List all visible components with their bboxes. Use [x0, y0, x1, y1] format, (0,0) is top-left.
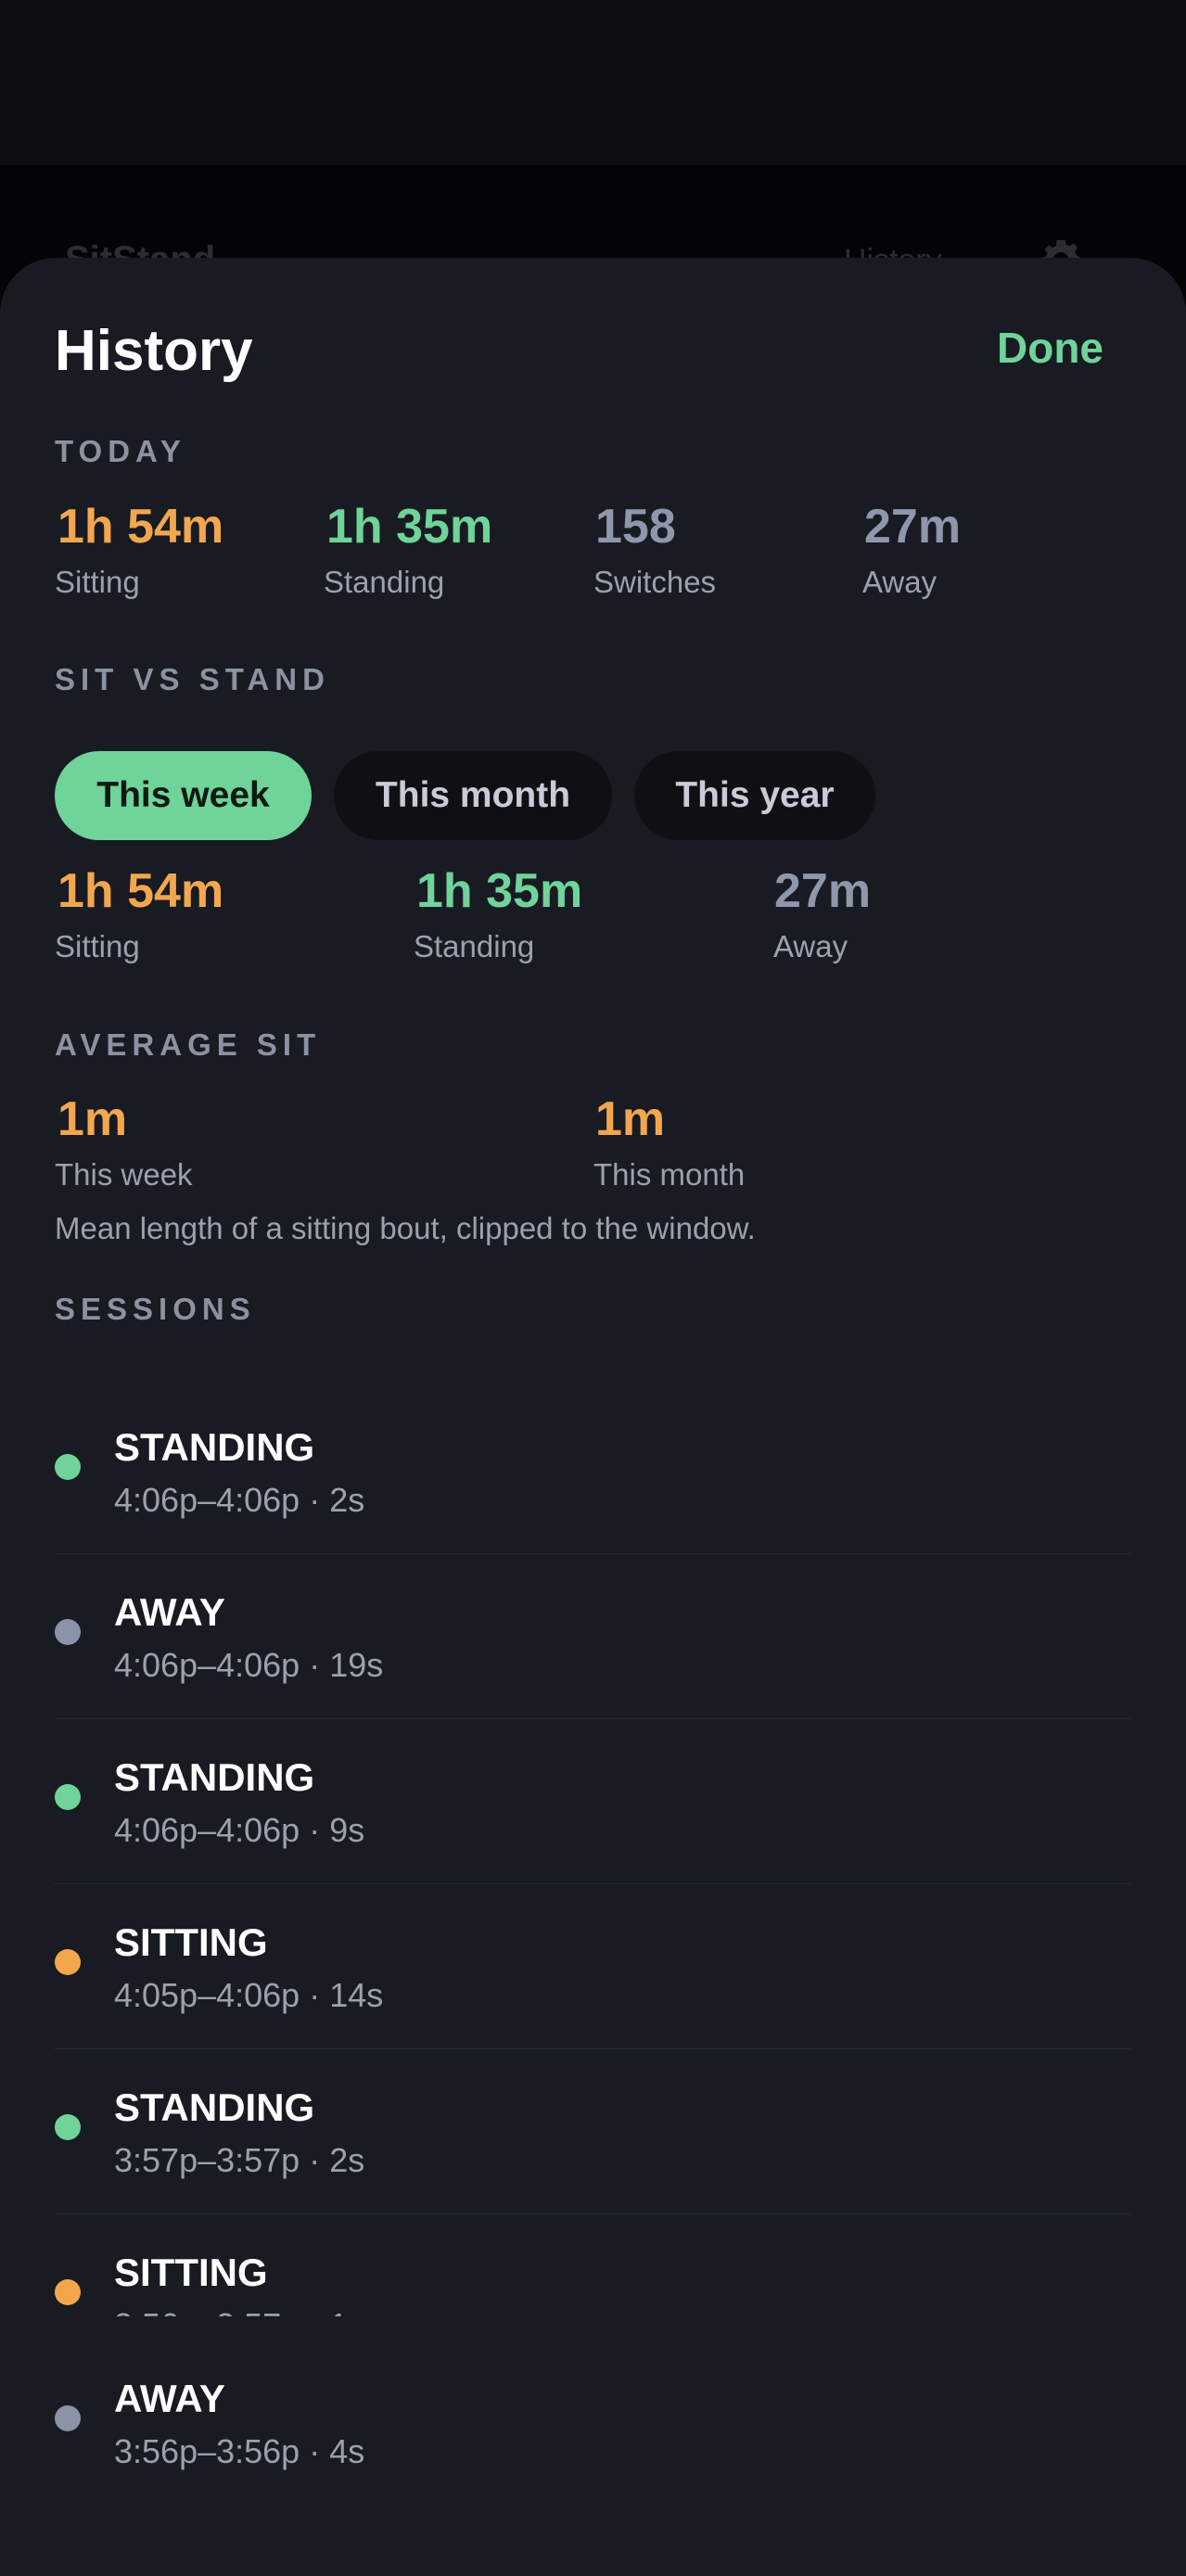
avg-month-label: This month — [593, 1157, 746, 1192]
list-item[interactable]: STANDING 3:57p–3:57p · 2s — [55, 2049, 1130, 2214]
session-duration: 2s — [329, 2141, 365, 2179]
session-meta: 4:06p–4:06p · 19s — [114, 1649, 383, 1682]
period-away-value: 27m — [774, 864, 872, 918]
session-duration: 1m — [329, 2306, 376, 2317]
status-dot — [55, 1619, 81, 1645]
status-bar — [0, 0, 1186, 165]
status-dot — [55, 2114, 81, 2140]
session-state: AWAY — [114, 1590, 225, 1634]
avg-month-value: 1m — [595, 1092, 666, 1146]
separator-dot: · — [309, 1811, 321, 1849]
session-state: STANDING — [114, 1425, 315, 1469]
session-state: AWAY — [114, 2379, 225, 2420]
today-standing-label: Standing — [324, 565, 445, 599]
session-time: 3:56p–3:56p — [114, 2432, 300, 2470]
session-meta: 3:56p–3:57p · 1m — [114, 2306, 376, 2317]
period-away-label: Away — [773, 929, 848, 963]
session-state: SITTING — [114, 2251, 268, 2294]
period-sitting-value: 1h 54m — [57, 864, 224, 918]
page-title: History — [55, 319, 253, 383]
separator-dot: · — [309, 1481, 321, 1519]
session-time: 4:06p–4:06p — [114, 1646, 300, 1684]
separator-dot: · — [309, 1976, 321, 2014]
section-label-today: TODAY — [55, 434, 186, 468]
session-time: 4:06p–4:06p — [114, 1811, 300, 1849]
separator-dot: · — [309, 2432, 321, 2470]
session-state: STANDING — [114, 1755, 315, 1799]
status-dot — [55, 1454, 81, 1480]
section-label-sit-vs-stand: SIT VS STAND — [55, 662, 330, 696]
separator-dot: · — [309, 1646, 321, 1684]
session-time: 4:06p–4:06p — [114, 1481, 300, 1519]
history-sheet: History Done TODAY 1h 54m Sitting 1h 35m… — [0, 258, 1186, 2576]
list-item[interactable]: SITTING 4:05p–4:06p · 14s — [55, 1884, 1130, 2049]
section-label-average-sit: AVERAGE SIT — [55, 1027, 322, 1062]
tab-this-year[interactable]: This year — [634, 751, 875, 840]
status-dot — [55, 1784, 81, 1810]
session-time: 4:05p–4:06p — [114, 1976, 300, 2014]
status-dot — [55, 2279, 81, 2305]
sessions-list-tail: AWAY 3:56p–3:56p · 4s — [0, 2379, 1186, 2491]
section-label-sessions: SESSIONS — [55, 1292, 256, 1326]
session-duration: 2s — [329, 1481, 365, 1519]
list-item[interactable]: STANDING 4:06p–4:06p · 2s — [55, 1389, 1130, 1554]
session-meta: 4:05p–4:06p · 14s — [114, 1979, 383, 2012]
avg-week-value: 1m — [57, 1092, 128, 1146]
today-standing-value: 1h 35m — [326, 500, 493, 554]
session-duration: 4s — [329, 2432, 365, 2470]
sessions-list[interactable]: STANDING 4:06p–4:06p · 2s AWAY 4:06p–4:0… — [0, 1389, 1186, 2316]
session-meta: 4:06p–4:06p · 9s — [114, 1814, 364, 1847]
list-item[interactable]: STANDING 4:06p–4:06p · 9s — [55, 1719, 1130, 1884]
today-away-value: 27m — [864, 500, 962, 554]
session-duration: 9s — [329, 1811, 365, 1849]
session-state: SITTING — [114, 1920, 268, 1964]
avg-week-label: This week — [55, 1157, 193, 1192]
period-standing-value: 1h 35m — [416, 864, 583, 918]
session-time: 3:57p–3:57p — [114, 2141, 300, 2179]
today-switches-value: 158 — [595, 500, 676, 554]
today-sitting-label: Sitting — [55, 565, 140, 599]
average-sit-note: Mean length of a sitting bout, clipped t… — [55, 1211, 756, 1245]
status-dot — [55, 1949, 81, 1975]
today-away-label: Away — [862, 565, 937, 599]
session-meta: 4:06p–4:06p · 2s — [114, 1484, 364, 1517]
session-duration: 14s — [329, 1976, 384, 2014]
separator-dot: · — [309, 2306, 320, 2317]
period-sitting-label: Sitting — [55, 929, 140, 963]
separator-dot: · — [309, 2141, 321, 2179]
session-state: STANDING — [114, 2085, 315, 2129]
session-meta: 3:57p–3:57p · 2s — [114, 2144, 364, 2177]
status-dot — [55, 2405, 81, 2431]
list-item[interactable]: AWAY 4:06p–4:06p · 19s — [55, 1554, 1130, 1719]
session-duration: 19s — [329, 1646, 384, 1684]
session-time: 3:56p–3:57p — [114, 2306, 300, 2317]
list-item[interactable]: SITTING 3:56p–3:57p · 1m — [55, 2214, 1130, 2316]
done-button[interactable]: Done — [964, 326, 1103, 382]
today-sitting-value: 1h 54m — [57, 500, 224, 554]
session-meta: 3:56p–3:56p · 4s — [114, 2435, 364, 2468]
tab-this-month[interactable]: This month — [334, 751, 612, 840]
today-switches-label: Switches — [593, 565, 717, 599]
list-item[interactable]: AWAY 3:56p–3:56p · 4s — [55, 2379, 1130, 2491]
tab-this-week[interactable]: This week — [55, 751, 312, 840]
period-standing-label: Standing — [414, 929, 535, 963]
